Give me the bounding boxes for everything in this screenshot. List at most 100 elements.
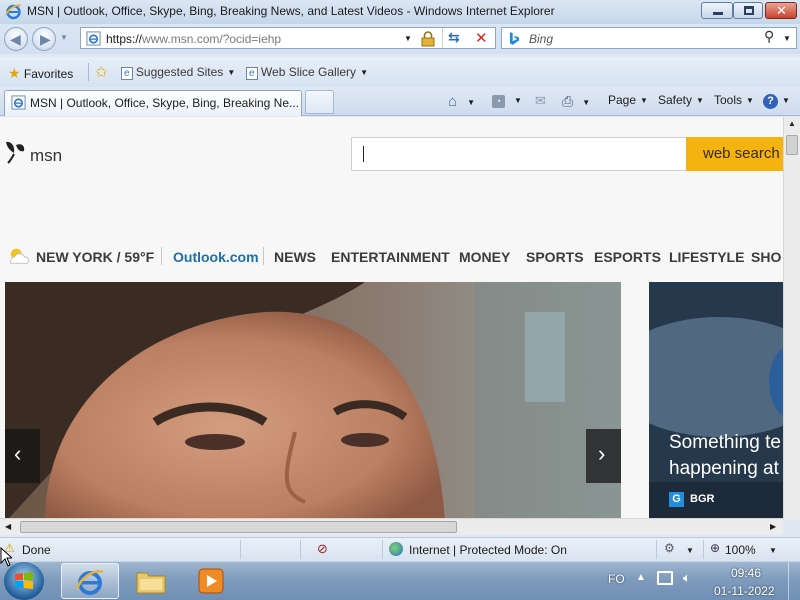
hero-story-image[interactable] (5, 282, 621, 520)
protected-mode-icon[interactable]: ⚙ (664, 541, 675, 555)
show-hidden-icons-button[interactable]: ▲ (636, 572, 646, 583)
minimize-button[interactable] (701, 2, 733, 19)
nav-esports[interactable]: ESPORTS (594, 249, 661, 265)
favorites-button[interactable]: ★ Favorites (8, 65, 73, 82)
mail-icon: ✉ (535, 93, 546, 108)
address-dropdown-icon[interactable]: ▼ (404, 34, 412, 43)
clock-date[interactable]: 01-11-2022 (714, 584, 775, 598)
tab-msn[interactable]: MSN | Outlook, Office, Skype, Bing, Brea… (4, 90, 302, 116)
taskbar-explorer-button[interactable] (122, 563, 180, 599)
compatibility-view-separator (442, 28, 443, 48)
taskbar-media-player-button[interactable] (182, 563, 240, 599)
safety-menu[interactable]: Safety ▼ (658, 93, 704, 107)
language-indicator[interactable]: FO (608, 572, 625, 586)
home-button[interactable]: ⌂ ▼ (448, 93, 475, 110)
status-divider (703, 540, 704, 559)
address-row: ◀ ▶ ▼ https://www.msn.com/?ocid=iehp ▼ ⇆… (0, 24, 800, 54)
page-icon (86, 31, 101, 46)
text-cursor (363, 146, 364, 162)
taskbar-ie-button[interactable] (61, 563, 119, 599)
page-menu[interactable]: Page ▼ (608, 93, 648, 107)
feeds-button[interactable]: ◔ ▼ (492, 93, 522, 108)
carousel-next-button[interactable]: › (586, 429, 621, 483)
chevron-down-icon: ▼ (582, 98, 591, 107)
windows-logo-icon (15, 572, 33, 589)
side-story-card[interactable]: Something te happening at G BGR (649, 282, 783, 520)
printer-icon: ⎙ (562, 93, 574, 109)
network-icon[interactable] (657, 571, 673, 585)
new-tab-button[interactable] (305, 90, 334, 114)
web-slice-gallery-link[interactable]: e Web Slice Gallery ▼ (246, 65, 368, 80)
nav-entertainment[interactable]: ENTERTAINMENT (331, 249, 450, 265)
lock-icon[interactable] (421, 31, 435, 47)
suggested-sites-link[interactable]: e Suggested Sites ▼ (121, 65, 236, 80)
url-scheme: https:// (106, 32, 143, 46)
volume-muted-icon[interactable]: 🔈︎ (683, 570, 691, 586)
tab-bar: MSN | Outlook, Office, Skype, Bing, Brea… (0, 88, 800, 116)
maximize-button[interactable] (733, 2, 763, 19)
chevron-down-icon: ▼ (640, 96, 648, 105)
start-button[interactable] (4, 562, 44, 600)
chevron-down-icon[interactable]: ▼ (686, 546, 694, 555)
msn-nav-bar: NEW YORK / 59°F Outlook.com NEWS ENTERTA… (0, 243, 783, 271)
tools-menu-label: Tools (714, 93, 743, 107)
weather-link[interactable]: NEW YORK / 59°F (36, 249, 154, 265)
back-arrow-icon: ◀ (10, 31, 21, 47)
status-divider (656, 540, 657, 559)
msn-logo-text: msn (30, 146, 63, 165)
stop-icon[interactable]: ✕ (475, 29, 488, 47)
page-menu-label: Page (608, 93, 637, 107)
nav-outlook[interactable]: Outlook.com (173, 249, 259, 265)
search-placeholder: Bing (529, 32, 554, 46)
nav-money[interactable]: MONEY (459, 249, 510, 265)
show-desktop-button[interactable] (788, 562, 800, 600)
scroll-right-icon[interactable]: ▶ (770, 522, 776, 531)
chevron-down-icon: ▼ (696, 96, 704, 105)
privacy-icon[interactable]: ⊘ (317, 541, 328, 557)
close-button[interactable]: ✕ (765, 2, 797, 19)
zoom-level[interactable]: 100% (725, 543, 756, 557)
search-options-dropdown[interactable]: ▼ (783, 34, 791, 43)
carousel-prev-button[interactable]: ‹ (5, 429, 40, 483)
clock-time[interactable]: 09:46 (731, 566, 761, 580)
scroll-left-icon[interactable]: ◀ (5, 522, 11, 531)
side-story-source: BGR (690, 493, 715, 505)
recent-pages-dropdown[interactable]: ▼ (60, 33, 68, 42)
security-zone-text[interactable]: Internet | Protected Mode: On (409, 543, 567, 557)
side-story-headline[interactable]: Something te happening at (669, 430, 781, 482)
vertical-scroll-thumb[interactable] (786, 135, 798, 155)
favorites-label: Favorites (23, 67, 74, 81)
add-to-favorites-button[interactable]: ✩ (95, 63, 108, 81)
help-button[interactable]: ? ▼ (763, 93, 790, 109)
bing-search-box[interactable]: Bing ⚲ ▼ (501, 27, 797, 49)
globe-icon (389, 542, 403, 556)
nav-lifestyle[interactable]: LIFESTYLE (669, 249, 744, 265)
window-title: MSN | Outlook, Office, Skype, Bing, Brea… (27, 4, 555, 18)
zoom-dropdown-icon[interactable]: ▼ (769, 546, 777, 555)
chevron-down-icon: ▼ (746, 96, 754, 105)
address-bar[interactable]: https://www.msn.com/?ocid=iehp ▼ ⇆ ✕ (80, 27, 496, 49)
print-button[interactable]: ⎙ ▼ (562, 93, 590, 110)
web-slice-gallery-label: Web Slice Gallery (260, 65, 357, 79)
tools-menu[interactable]: Tools ▼ (714, 93, 754, 107)
chevron-down-icon: ▼ (467, 98, 475, 107)
nav-news[interactable]: NEWS (274, 249, 316, 265)
scroll-up-icon[interactable]: ▲ (788, 119, 796, 128)
refresh-icon[interactable]: ⇆ (448, 29, 460, 46)
web-search-button[interactable]: web search (686, 137, 783, 171)
vertical-scrollbar[interactable]: ▲ (783, 117, 800, 520)
url-text[interactable]: https://www.msn.com/?ocid=iehp (106, 32, 281, 46)
web-search-box[interactable]: web search (351, 137, 783, 171)
rss-feed-icon: ◔ (492, 95, 505, 108)
back-button[interactable]: ◀ (4, 27, 28, 51)
chevron-down-icon: ▼ (227, 68, 236, 77)
horizontal-scroll-thumb[interactable] (20, 521, 457, 533)
nav-shopping[interactable]: SHO (751, 249, 781, 265)
search-icon[interactable]: ⚲ (764, 28, 774, 45)
nav-sports[interactable]: SPORTS (526, 249, 584, 265)
forward-button[interactable]: ▶ (32, 27, 56, 51)
status-divider (300, 540, 301, 559)
ie-icon (75, 570, 104, 595)
read-mail-button[interactable]: ✉ (535, 93, 546, 109)
horizontal-scrollbar[interactable]: ◀ ▶ (0, 518, 783, 535)
